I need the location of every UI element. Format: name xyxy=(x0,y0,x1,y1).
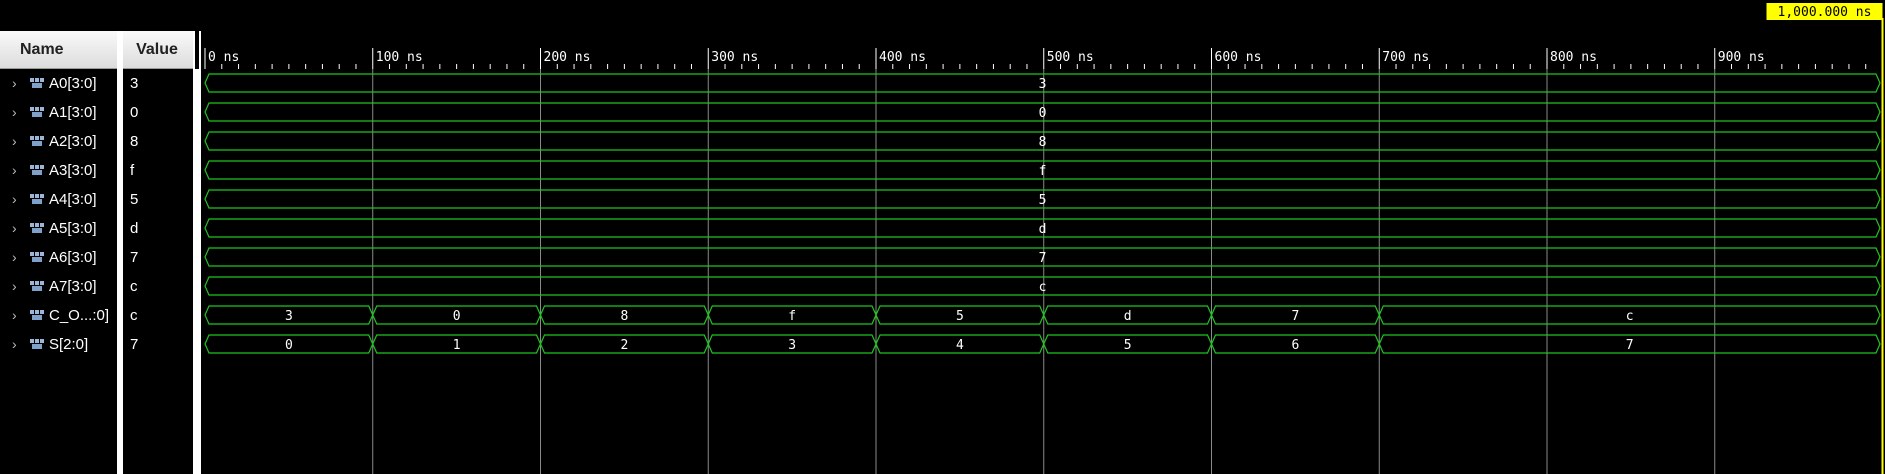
signal-row[interactable]: › C_O...:0] c xyxy=(0,301,195,330)
bus-segment-value: 5 xyxy=(1039,193,1047,208)
bus-icon xyxy=(30,252,44,262)
signal-value: d xyxy=(130,220,139,237)
waveform-viewer[interactable]: 0 ns 100 ns 200 ns 300 ns 400 ns 500 ns 600 ns… xyxy=(195,0,1885,474)
signal-list: › A0[3:0] 3 › A1[3:0] 0 › A2[3:0] 8 › A3[3:0] f › A4[… xyxy=(0,69,195,359)
expand-chevron-icon[interactable]: › xyxy=(12,307,22,323)
signal-name: A7[3:0] xyxy=(49,278,97,295)
signal-name: A6[3:0] xyxy=(49,249,97,266)
expand-chevron-icon[interactable]: › xyxy=(12,220,22,236)
toolbar-spacer xyxy=(0,0,195,30)
time-tick-label: 400 ns xyxy=(879,50,926,65)
expand-chevron-icon[interactable]: › xyxy=(12,336,22,352)
signal-value: 7 xyxy=(130,336,139,353)
signal-name: A3[3:0] xyxy=(49,162,97,179)
bus-icon xyxy=(30,339,44,349)
expand-chevron-icon[interactable]: › xyxy=(12,278,22,294)
time-tick-label: 700 ns xyxy=(1382,50,1429,65)
bus-icon xyxy=(30,310,44,320)
signal-value: f xyxy=(130,162,135,179)
signal-row[interactable]: › S[2:0] 7 xyxy=(0,330,195,359)
expand-chevron-icon[interactable]: › xyxy=(12,104,22,120)
column-header: Name Value xyxy=(0,31,195,69)
expand-chevron-icon[interactable]: › xyxy=(12,191,22,207)
bus-icon xyxy=(30,165,44,175)
bus-segment-value: d xyxy=(1039,222,1047,237)
bus-segment-value: 4 xyxy=(956,338,964,353)
cursor-time-label: 1,000.000 ns xyxy=(1778,5,1872,20)
signal-name: A2[3:0] xyxy=(49,133,97,150)
time-tick-label: 800 ns xyxy=(1550,50,1597,65)
bus-icon xyxy=(30,78,44,88)
bus-segment-value: 1 xyxy=(453,338,461,353)
signal-value: 0 xyxy=(130,104,139,121)
time-tick-label: 900 ns xyxy=(1718,50,1765,65)
signal-row[interactable]: › A6[3:0] 7 xyxy=(0,243,195,272)
value-column-header[interactable]: Value xyxy=(120,31,195,69)
signal-name: A1[3:0] xyxy=(49,104,97,121)
time-tick-label: 300 ns xyxy=(711,50,758,65)
signal-name: C_O...:0] xyxy=(49,307,110,324)
bus-segment-value: 5 xyxy=(956,309,964,324)
bus-segment-value: 5 xyxy=(1124,338,1132,353)
signal-name: A4[3:0] xyxy=(49,191,97,208)
signal-name: A0[3:0] xyxy=(49,75,97,92)
expand-chevron-icon[interactable]: › xyxy=(12,249,22,265)
bus-segment-value: 7 xyxy=(1291,309,1299,324)
bus-icon xyxy=(30,223,44,233)
signal-row[interactable]: › A7[3:0] c xyxy=(0,272,195,301)
time-tick-label: 200 ns xyxy=(544,50,591,65)
time-tick-label: 500 ns xyxy=(1047,50,1094,65)
signal-row[interactable]: › A4[3:0] 5 xyxy=(0,185,195,214)
signal-row[interactable]: › A3[3:0] f xyxy=(0,156,195,185)
bus-segment-value: 3 xyxy=(285,309,293,324)
signal-value: 8 xyxy=(130,133,139,150)
bus-segment-value: 3 xyxy=(1039,77,1047,92)
bus-segment-value: 3 xyxy=(788,338,796,353)
signal-row[interactable]: › A5[3:0] d xyxy=(0,214,195,243)
bus-icon xyxy=(30,281,44,291)
expand-chevron-icon[interactable]: › xyxy=(12,162,22,178)
signal-row[interactable]: › A0[3:0] 3 xyxy=(0,69,195,98)
bus-segment-value: f xyxy=(788,309,796,324)
bus-icon xyxy=(30,194,44,204)
bus-segment-value: 0 xyxy=(285,338,293,353)
bus-segment-value: c xyxy=(1039,280,1047,295)
time-tick-label: 0 ns xyxy=(208,50,239,65)
time-tick-label: 600 ns xyxy=(1215,50,1262,65)
bus-segment-value: 0 xyxy=(1039,106,1047,121)
signal-value: c xyxy=(130,307,138,324)
time-tick-label: 100 ns xyxy=(376,50,423,65)
signal-name: A5[3:0] xyxy=(49,220,97,237)
bus-icon xyxy=(30,136,44,146)
signal-value: c xyxy=(130,278,138,295)
signal-row[interactable]: › A1[3:0] 0 xyxy=(0,98,195,127)
signal-value: 5 xyxy=(130,191,139,208)
bus-segment-value: 7 xyxy=(1039,251,1047,266)
bus-segment-value: 8 xyxy=(620,309,628,324)
name-column-header[interactable]: Name xyxy=(0,31,120,69)
expand-chevron-icon[interactable]: › xyxy=(12,133,22,149)
column-divider[interactable] xyxy=(117,31,123,474)
bus-segment-value: c xyxy=(1626,309,1634,324)
bus-segment-value: d xyxy=(1124,309,1132,324)
time-ruler[interactable] xyxy=(195,31,1885,69)
signal-panel: Name Value › A0[3:0] 3 › A1[3:0] 0 › A2[3:0] 8 › A… xyxy=(0,0,195,474)
bus-segment-value: 7 xyxy=(1626,338,1634,353)
signal-name: S[2:0] xyxy=(49,336,89,353)
bus-segment-value: 0 xyxy=(453,309,461,324)
expand-chevron-icon[interactable]: › xyxy=(12,75,22,91)
bus-segment-value: f xyxy=(1039,164,1047,179)
signal-row[interactable]: › A2[3:0] 8 xyxy=(0,127,195,156)
signal-value: 3 xyxy=(130,75,139,92)
bus-segment-value: 8 xyxy=(1039,135,1047,150)
bus-segment-value: 2 xyxy=(620,338,628,353)
bus-icon xyxy=(30,107,44,117)
signal-value: 7 xyxy=(130,249,139,266)
bus-segment-value: 6 xyxy=(1291,338,1299,353)
